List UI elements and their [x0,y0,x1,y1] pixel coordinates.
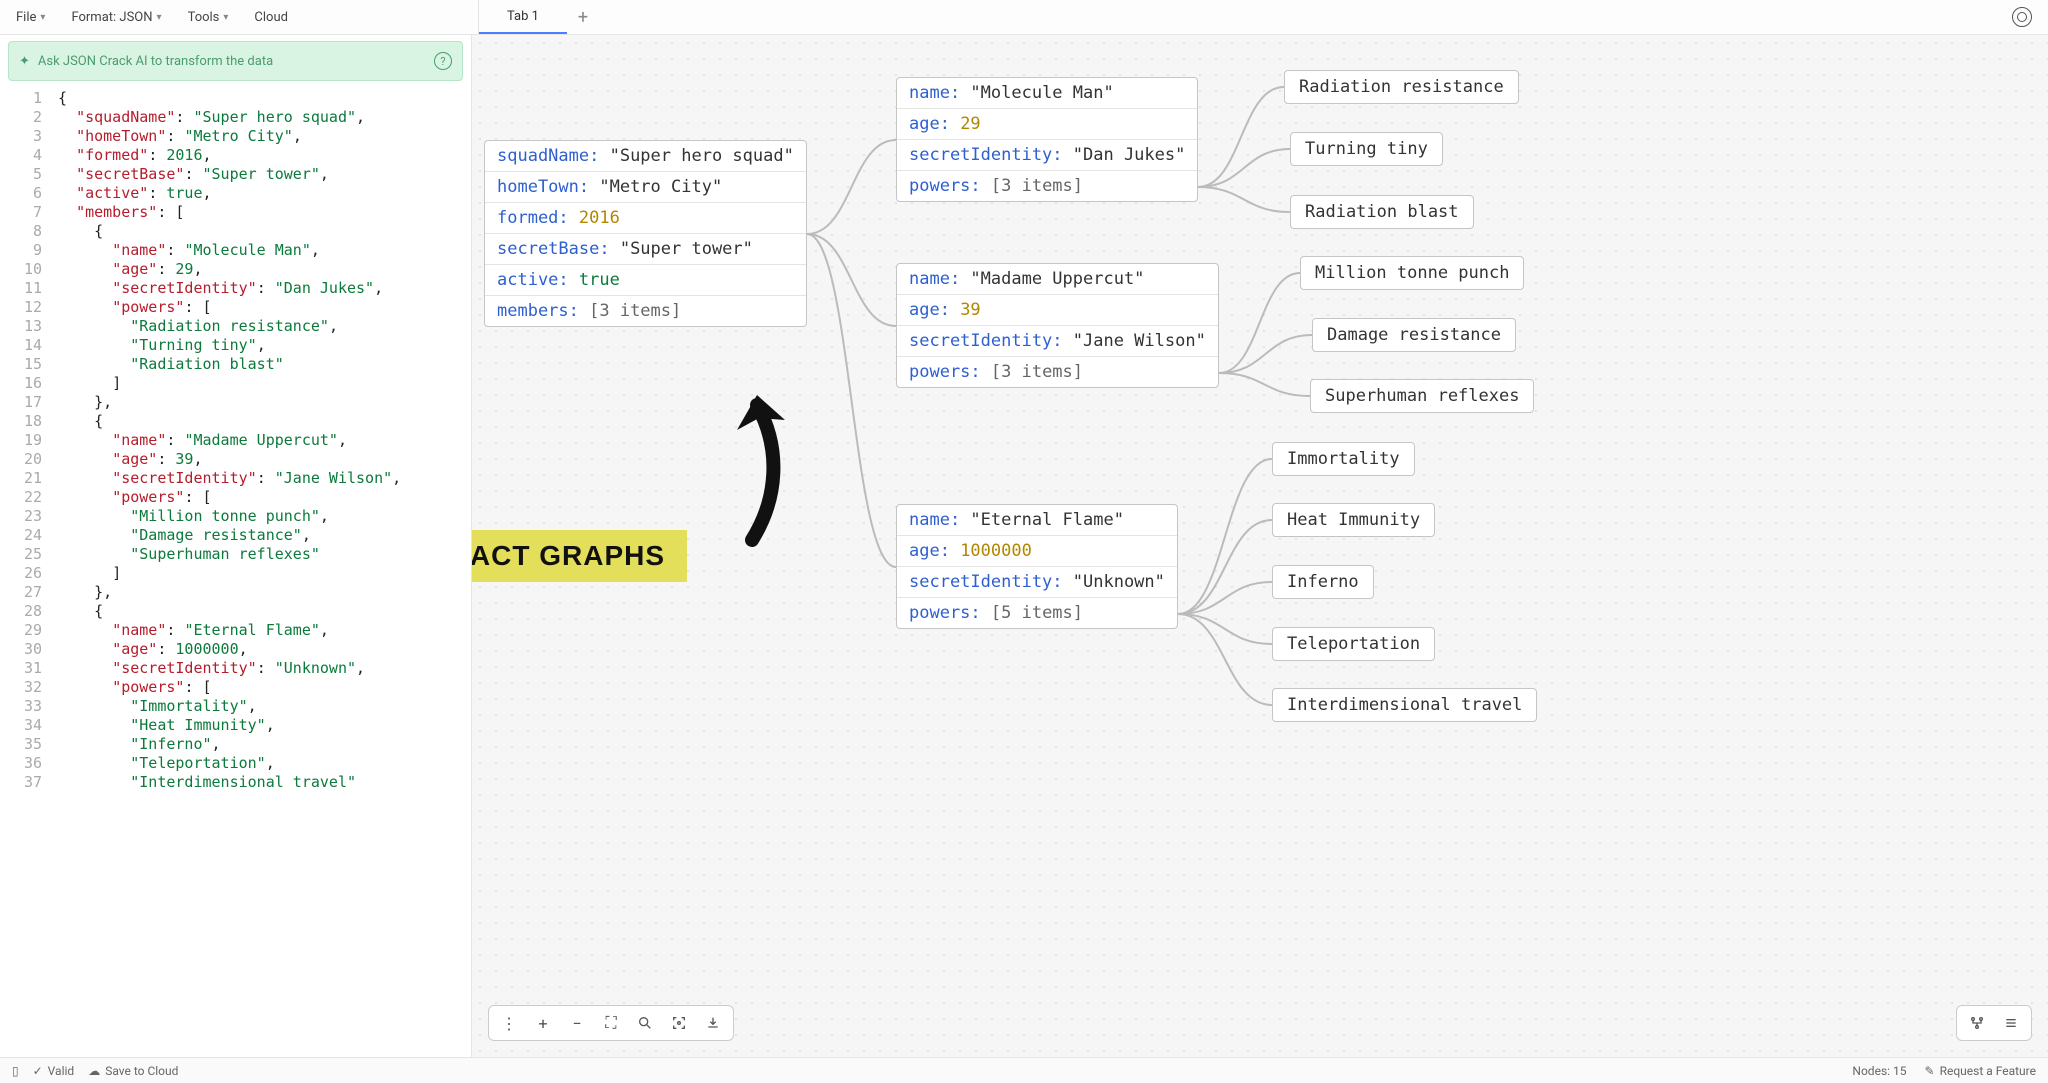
tree-view-icon[interactable] [1961,1007,1993,1039]
terminal-icon[interactable]: ▯ [12,1064,19,1078]
status-valid[interactable]: ✓ Valid [33,1064,75,1078]
tab-1[interactable]: Tab 1 [479,0,567,34]
status-nodes: Nodes: 15 [1852,1064,1906,1078]
chevron-down-icon: ▾ [223,12,228,23]
help-icon[interactable]: ? [434,52,452,70]
more-icon[interactable]: ⋮ [493,1007,525,1039]
sparkle-icon: ✦ [19,54,30,69]
graph-leaf[interactable]: Radiation resistance [1284,70,1519,104]
menu-format[interactable]: Format: JSON▾ [61,6,171,29]
request-feature-button[interactable]: ✎ Request a Feature [1925,1064,2036,1078]
statusbar: ▯ ✓ Valid ☁ Save to Cloud Nodes: 15 ✎ Re… [0,1057,2048,1083]
download-icon[interactable] [697,1007,729,1039]
search-icon[interactable] [629,1007,661,1039]
list-view-icon[interactable] [1995,1007,2027,1039]
graph-member-node[interactable]: name: "Eternal Flame"age: 1000000secretI… [896,504,1178,629]
tabs: Tab 1 + [478,0,599,34]
save-to-cloud-button[interactable]: ☁ Save to Cloud [88,1064,178,1078]
menu-file[interactable]: File▾ [6,6,55,29]
graph-root-node[interactable]: squadName: "Super hero squad"homeTown: "… [484,140,807,327]
editor-pane: ✦ Ask JSON Crack AI to transform the dat… [0,35,472,1057]
canvas-toolbar-right [1956,1005,2032,1041]
graph-leaf[interactable]: Radiation blast [1290,195,1474,229]
graph-leaf[interactable]: Superhuman reflexes [1310,379,1534,413]
annotation-label: COMPACT GRAPHS [472,530,687,582]
graph-leaf[interactable]: Immortality [1272,442,1415,476]
graph-leaf[interactable]: Teleportation [1272,627,1435,661]
graph-member-node[interactable]: name: "Molecule Man"age: 29secretIdentit… [896,77,1198,202]
graph-leaf[interactable]: Damage resistance [1312,318,1516,352]
graph-member-node[interactable]: name: "Madame Uppercut"age: 39secretIden… [896,263,1219,388]
menu-tools[interactable]: Tools▾ [178,6,239,29]
user-icon[interactable] [2012,7,2032,27]
ai-banner-text: Ask JSON Crack AI to transform the data [38,54,273,69]
graph-leaf[interactable]: Million tonne punch [1300,256,1524,290]
graph-leaf[interactable]: Inferno [1272,565,1374,599]
menu-cloud[interactable]: Cloud [244,6,298,29]
graph-leaf[interactable]: Interdimensional travel [1272,688,1537,722]
graph-leaf[interactable]: Heat Immunity [1272,503,1435,537]
chevron-down-icon: ▾ [157,12,162,23]
chevron-down-icon: ▾ [40,12,45,23]
code-editor[interactable]: 1234567891011121314151617181920212223242… [0,87,471,1057]
zoom-in-button[interactable]: + [527,1007,559,1039]
menubar: File▾ Format: JSON▾ Tools▾ Cloud Tab 1 + [0,0,2048,35]
fit-screen-icon[interactable]: ⛶ [595,1007,627,1039]
annotation-arrow-icon [707,390,807,550]
canvas-toolbar: ⋮ + − ⛶ [488,1005,734,1041]
ai-banner[interactable]: ✦ Ask JSON Crack AI to transform the dat… [8,41,463,81]
zoom-out-button[interactable]: − [561,1007,593,1039]
focus-icon[interactable] [663,1007,695,1039]
tab-add-button[interactable]: + [567,0,599,34]
graph-leaf[interactable]: Turning tiny [1290,132,1443,166]
graph-canvas[interactable]: COMPACT GRAPHS ⋮ + − ⛶ [472,35,2048,1057]
